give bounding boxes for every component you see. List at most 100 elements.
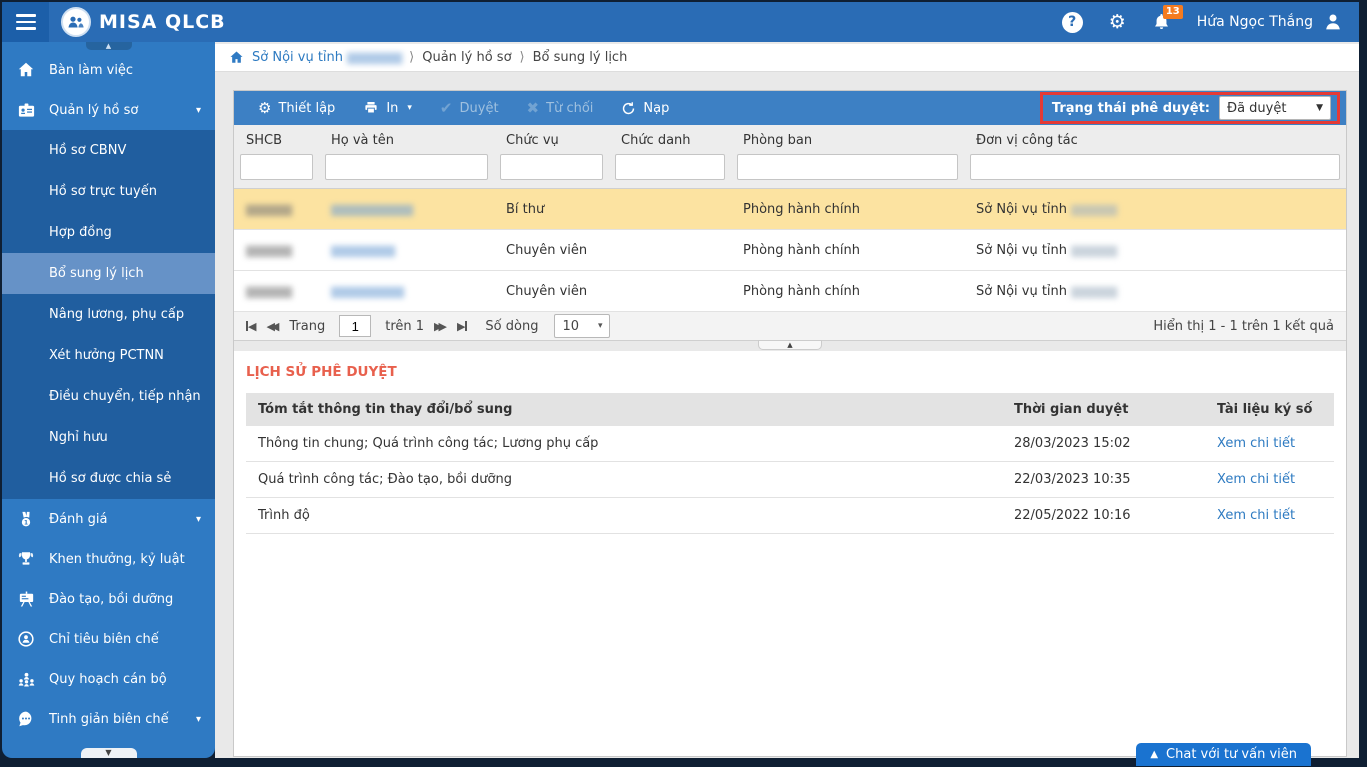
sidebar-item-ho-so-cbnv[interactable]: Hồ sơ CBNV [2,130,215,171]
sidebar-item-chi-tieu-bien-che[interactable]: Chỉ tiêu biên chế [2,619,215,659]
redacted-employee-name-link[interactable]: ▆▆▆▆▆▆▆ [331,243,395,258]
view-detail-link[interactable]: Xem chi tiết [1217,508,1295,523]
sidebar-item-nang-luong-phu-cap[interactable]: Nâng lương, phụ cấp [2,294,215,335]
notifications-bell-icon[interactable]: 13 [1152,5,1183,32]
table-row[interactable]: ▆▆▆▆▆ ▆▆▆▆▆▆▆ Chuyên viên Phòng hành chí… [234,229,1346,271]
chevron-down-icon: ▾ [195,104,201,116]
chat-support-button[interactable]: ▲ Chat với tư vấn viên [1136,743,1311,766]
sidebar-item-ho-so-duoc-chia-se[interactable]: Hồ sơ được chia sẻ [2,458,215,499]
sidebar-item-quan-ly-ho-so[interactable]: Quản lý hồ sơ ▾ [2,90,215,130]
approval-history-section: LỊCH SỬ PHÊ DUYỆT Tóm tắt thông tin thay… [234,351,1346,534]
notification-count-badge: 13 [1162,5,1183,19]
filter-input-phong-ban[interactable] [737,154,958,180]
column-header-phong-ban[interactable]: Phòng ban [731,125,964,152]
settings-button[interactable]: ⚙ Thiết lập [244,91,349,125]
reload-button[interactable]: Nạp [607,91,683,125]
rows-per-page-label: Số dòng [485,318,539,334]
cell-don-vi: Sở Nội vụ tỉnh ▆▆▆▆▆ [964,188,1346,230]
sidebar-item-xet-huong-pctnn[interactable]: Xét hưởng PCTNN [2,335,215,376]
page-number-input[interactable] [339,315,372,337]
sidebar-scroll-down[interactable]: ▼ [80,748,137,758]
sidebar-item-nghi-huu[interactable]: Nghỉ hưu [2,417,215,458]
table-row-selected[interactable]: ▆▆▆▆▆ ▆▆▆▆▆▆▆▆▆ Bí thư Phòng hành chính … [234,188,1346,230]
redacted-shcb: ▆▆▆▆▆ [246,242,292,258]
filter-input-chuc-vu[interactable] [500,154,603,180]
content-card: ⚙ Thiết lập In ▾ ✔ Duyệt ✖ Từ chối Nạp T… [233,90,1347,757]
breadcrumb-separator-icon: ⟩ [519,50,525,65]
breadcrumb-home-icon[interactable] [229,50,244,65]
rows-per-page-dropdown[interactable]: 10 ▾ [554,314,611,338]
history-row: Quá trình công tác; Đào tạo, bồi dưỡng 2… [246,461,1334,498]
page-of-label: trên 1 [385,318,425,334]
approval-status-dropdown[interactable]: Đã duyệt ▼ [1219,96,1331,120]
sidebar-item-ho-so-truc-tuyen[interactable]: Hồ sơ trực tuyến [2,171,215,212]
sidebar-item-danh-gia[interactable]: 1 Đánh giá ▾ [2,499,215,539]
help-icon[interactable]: ? [1061,11,1083,33]
app-logo: MISA QLCB [61,7,226,37]
target-person-icon [16,630,36,648]
cell-don-vi: Sở Nội vụ tỉnh ▆▆▆▆▆ [964,270,1346,312]
column-header-chuc-vu[interactable]: Chức vụ [494,125,609,152]
user-menu[interactable]: Hứa Ngọc Thắng [1197,12,1343,32]
cell-phong-ban: Phòng hành chính [731,229,964,271]
history-time: 28/03/2023 15:02 [1002,426,1205,462]
chat-dots-icon [16,710,36,728]
sidebar-item-khen-thuong-ky-luat[interactable]: Khen thưởng, kỷ luật [2,539,215,579]
next-page-icon[interactable]: ▶▶ [434,321,447,332]
sidebar-item-bo-sung-ly-lich[interactable]: Bổ sung lý lịch [2,253,215,294]
cell-phong-ban: Phòng hành chính [731,270,964,312]
column-header-ho-va-ten[interactable]: Họ và tên [319,125,494,152]
print-button[interactable]: In ▾ [349,91,426,125]
sidebar-item-dieu-chuyen-tiep-nhan[interactable]: Điều chuyển, tiếp nhận [2,376,215,417]
user-name: Hứa Ngọc Thắng [1196,14,1313,30]
employee-table: SHCB Họ và tên Chức vụ Chức danh Phòng b… [234,125,1346,312]
filter-input-chuc-danh[interactable] [615,154,725,180]
redacted-employee-name-link[interactable]: ▆▆▆▆▆▆▆▆ [331,284,404,299]
previous-page-icon[interactable]: ◀◀ [266,321,279,332]
page-label: Trang [289,318,326,334]
chevron-down-icon: ▾ [597,321,603,331]
topbar-actions: ? ⚙ 13 Hứa Ngọc Thắng [1061,5,1343,33]
sidebar-item-hop-dong[interactable]: Hợp đồng [2,212,215,253]
sidebar-item-dao-tao-boi-duong[interactable]: Đào tạo, bồi dưỡng [2,579,215,619]
filter-input-ho-va-ten[interactable] [325,154,488,180]
sidebar-item-tinh-gian-bien-che[interactable]: Tinh giản biên chế ▾ [2,699,215,739]
chevron-down-icon: ▼ [1316,103,1323,113]
table-filter-row [234,152,1346,189]
redacted-employee-name-link[interactable]: ▆▆▆▆▆▆▆▆▆ [331,202,413,217]
filter-input-shcb[interactable] [240,154,313,180]
settings-gear-icon[interactable]: ⚙ [1109,12,1126,32]
cell-chuc-danh [609,188,731,230]
column-header-chuc-danh[interactable]: Chức danh [609,125,731,152]
column-header-shcb[interactable]: SHCB [234,125,319,152]
history-row: Trình độ 22/05/2022 10:16 Xem chi tiết [246,497,1334,534]
svg-text:1: 1 [24,520,28,526]
collapse-panel-handle[interactable]: ▲ [758,340,822,350]
chevron-up-icon: ▲ [1150,748,1159,760]
hamburger-menu-button[interactable] [2,2,49,42]
check-icon: ✔ [439,98,453,117]
org-people-icon [16,670,36,689]
sidebar-item-ban-lam-viec[interactable]: Bàn làm việc [2,50,215,90]
first-page-icon[interactable]: ◀ [246,321,256,332]
history-column-signed-doc: Tài liệu ký số [1205,393,1334,426]
filter-input-don-vi-cong-tac[interactable] [970,154,1340,180]
view-detail-link[interactable]: Xem chi tiết [1217,436,1295,451]
top-bar: MISA QLCB ? ⚙ 13 Hứa Ngọc Thắng [2,2,1359,42]
table-header-row: SHCB Họ và tên Chức vụ Chức danh Phòng b… [234,125,1346,152]
sidebar-scroll-up[interactable]: ▲ [85,42,132,50]
table-row[interactable]: ▆▆▆▆▆ ▆▆▆▆▆▆▆▆ Chuyên viên Phòng hành ch… [234,270,1346,312]
approval-history-table: Tóm tắt thông tin thay đổi/bổ sung Thời … [246,393,1334,534]
ho-so-submenu: Hồ sơ CBNV Hồ sơ trực tuyến Hợp đồng Bổ … [2,130,215,499]
approval-history-title: LỊCH SỬ PHÊ DUYỆT [246,364,397,380]
redacted-province-name: ▆▆▆▆▆ [1071,283,1117,299]
last-page-icon[interactable]: ▶ [457,321,468,332]
history-summary: Trình độ [246,497,1002,534]
reject-button[interactable]: ✖ Từ chối [513,91,608,125]
view-detail-link[interactable]: Xem chi tiết [1217,472,1295,487]
sidebar-item-quy-hoach-can-bo[interactable]: Quy hoạch cán bộ [2,659,215,699]
breadcrumb-unit[interactable]: Sở Nội vụ tỉnh ▆▆▆▆▆▆ [252,50,402,65]
column-header-don-vi-cong-tac[interactable]: Đơn vị công tác [964,125,1346,152]
breadcrumb-quan-ly-ho-so[interactable]: Quản lý hồ sơ [422,50,511,65]
approve-button[interactable]: ✔ Duyệt [426,91,513,125]
